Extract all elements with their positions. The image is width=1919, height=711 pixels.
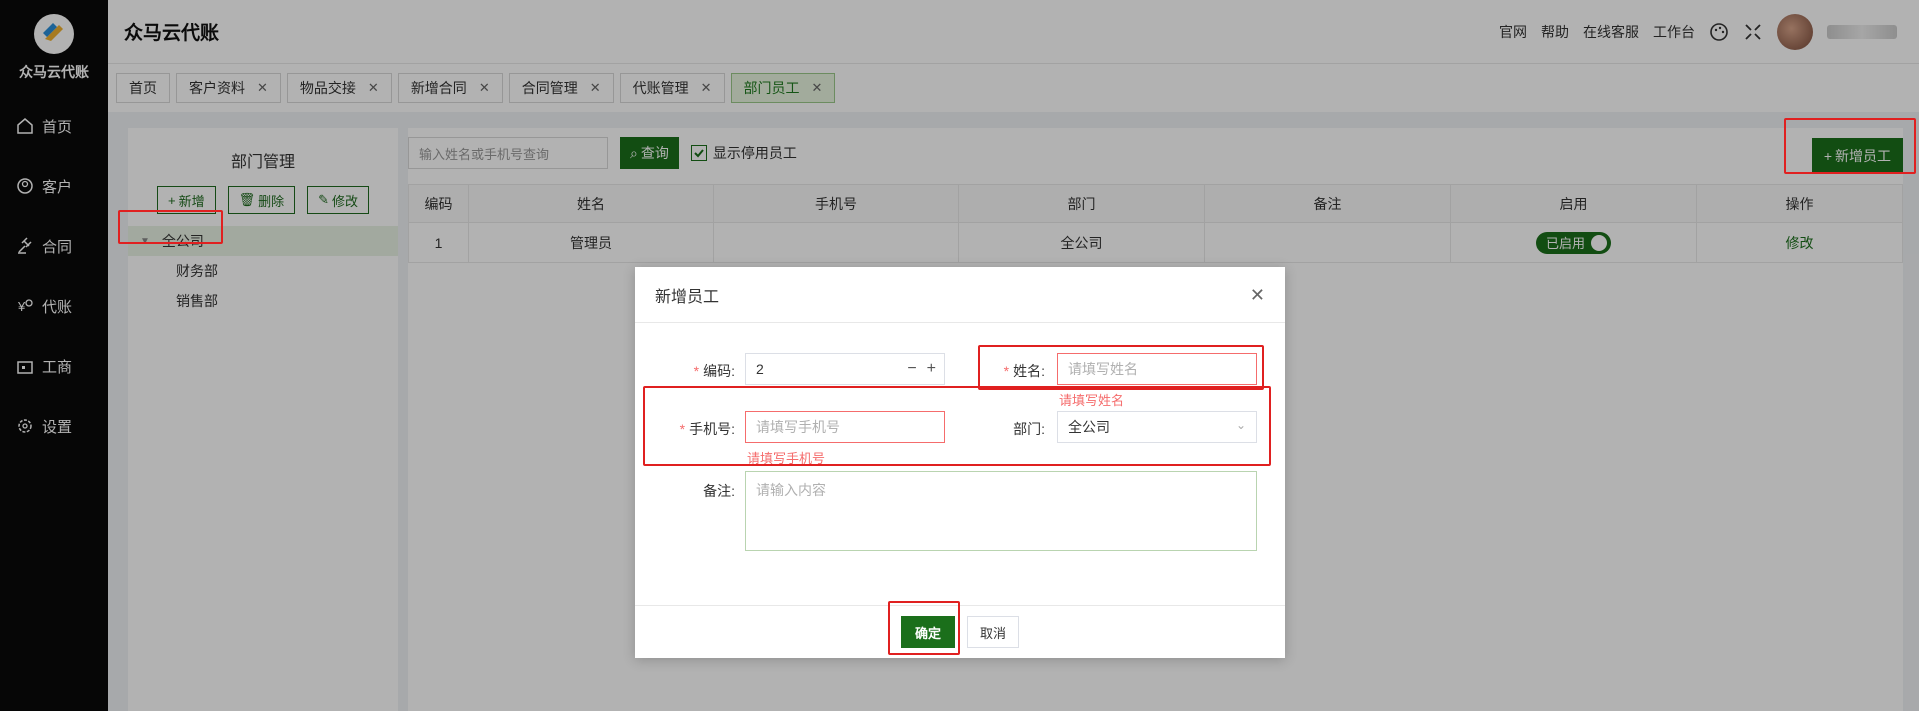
code-label: * 编码:	[655, 361, 735, 381]
phone-error: 请填写手机号	[747, 451, 826, 466]
note-textarea[interactable]: 请输入内容	[745, 471, 1257, 551]
dialog-footer: 确定 取消	[635, 605, 1285, 658]
phone-label-text: 手机号:	[689, 421, 735, 437]
phone-placeholder: 请填写手机号	[756, 419, 840, 435]
phone-input[interactable]: 请填写手机号	[745, 411, 945, 443]
code-label-text: 编码:	[703, 363, 735, 379]
cancel-button[interactable]: 取消	[967, 616, 1020, 648]
name-label: * 姓名:	[975, 361, 1045, 381]
phone-label: * 手机号:	[655, 419, 735, 439]
name-input[interactable]: 请填写姓名	[1057, 353, 1257, 385]
dialog-title: 新增员工	[655, 288, 720, 306]
note-placeholder: 请输入内容	[756, 482, 826, 498]
dept-value: 全公司	[1068, 419, 1110, 435]
name-placeholder: 请填写姓名	[1068, 361, 1138, 377]
required-mark: *	[693, 363, 700, 379]
minus-icon[interactable]: −	[907, 360, 916, 378]
name-error: 请填写姓名	[1059, 393, 1125, 408]
note-label: 备注:	[703, 483, 735, 499]
dialog-body: * 编码: 2 − + * 姓名: 请填写姓名 请填写姓名 * 手机号: 请填写手机号 …	[635, 323, 1285, 605]
add-employee-dialog: 新增员工 ✕ * 编码: 2 − + * 姓名: 请填写姓名 请填写姓名 * 手机号: …	[635, 267, 1285, 658]
dept-select[interactable]: 全公司 ⌄	[1057, 411, 1257, 443]
dialog-header: 新增员工 ✕	[635, 267, 1285, 323]
code-value: 2	[756, 361, 764, 377]
required-mark: *	[679, 421, 686, 437]
stepper-controls: − +	[907, 360, 936, 378]
dept-label: 部门:	[1013, 421, 1045, 437]
plus-icon[interactable]: +	[927, 360, 936, 378]
required-mark: *	[1003, 363, 1010, 379]
close-icon[interactable]: ✕	[1250, 285, 1265, 306]
name-label-text: 姓名:	[1013, 363, 1045, 379]
chevron-down-icon: ⌄	[1235, 418, 1246, 432]
confirm-button[interactable]: 确定	[900, 616, 955, 648]
code-stepper[interactable]: 2 − +	[745, 353, 945, 385]
